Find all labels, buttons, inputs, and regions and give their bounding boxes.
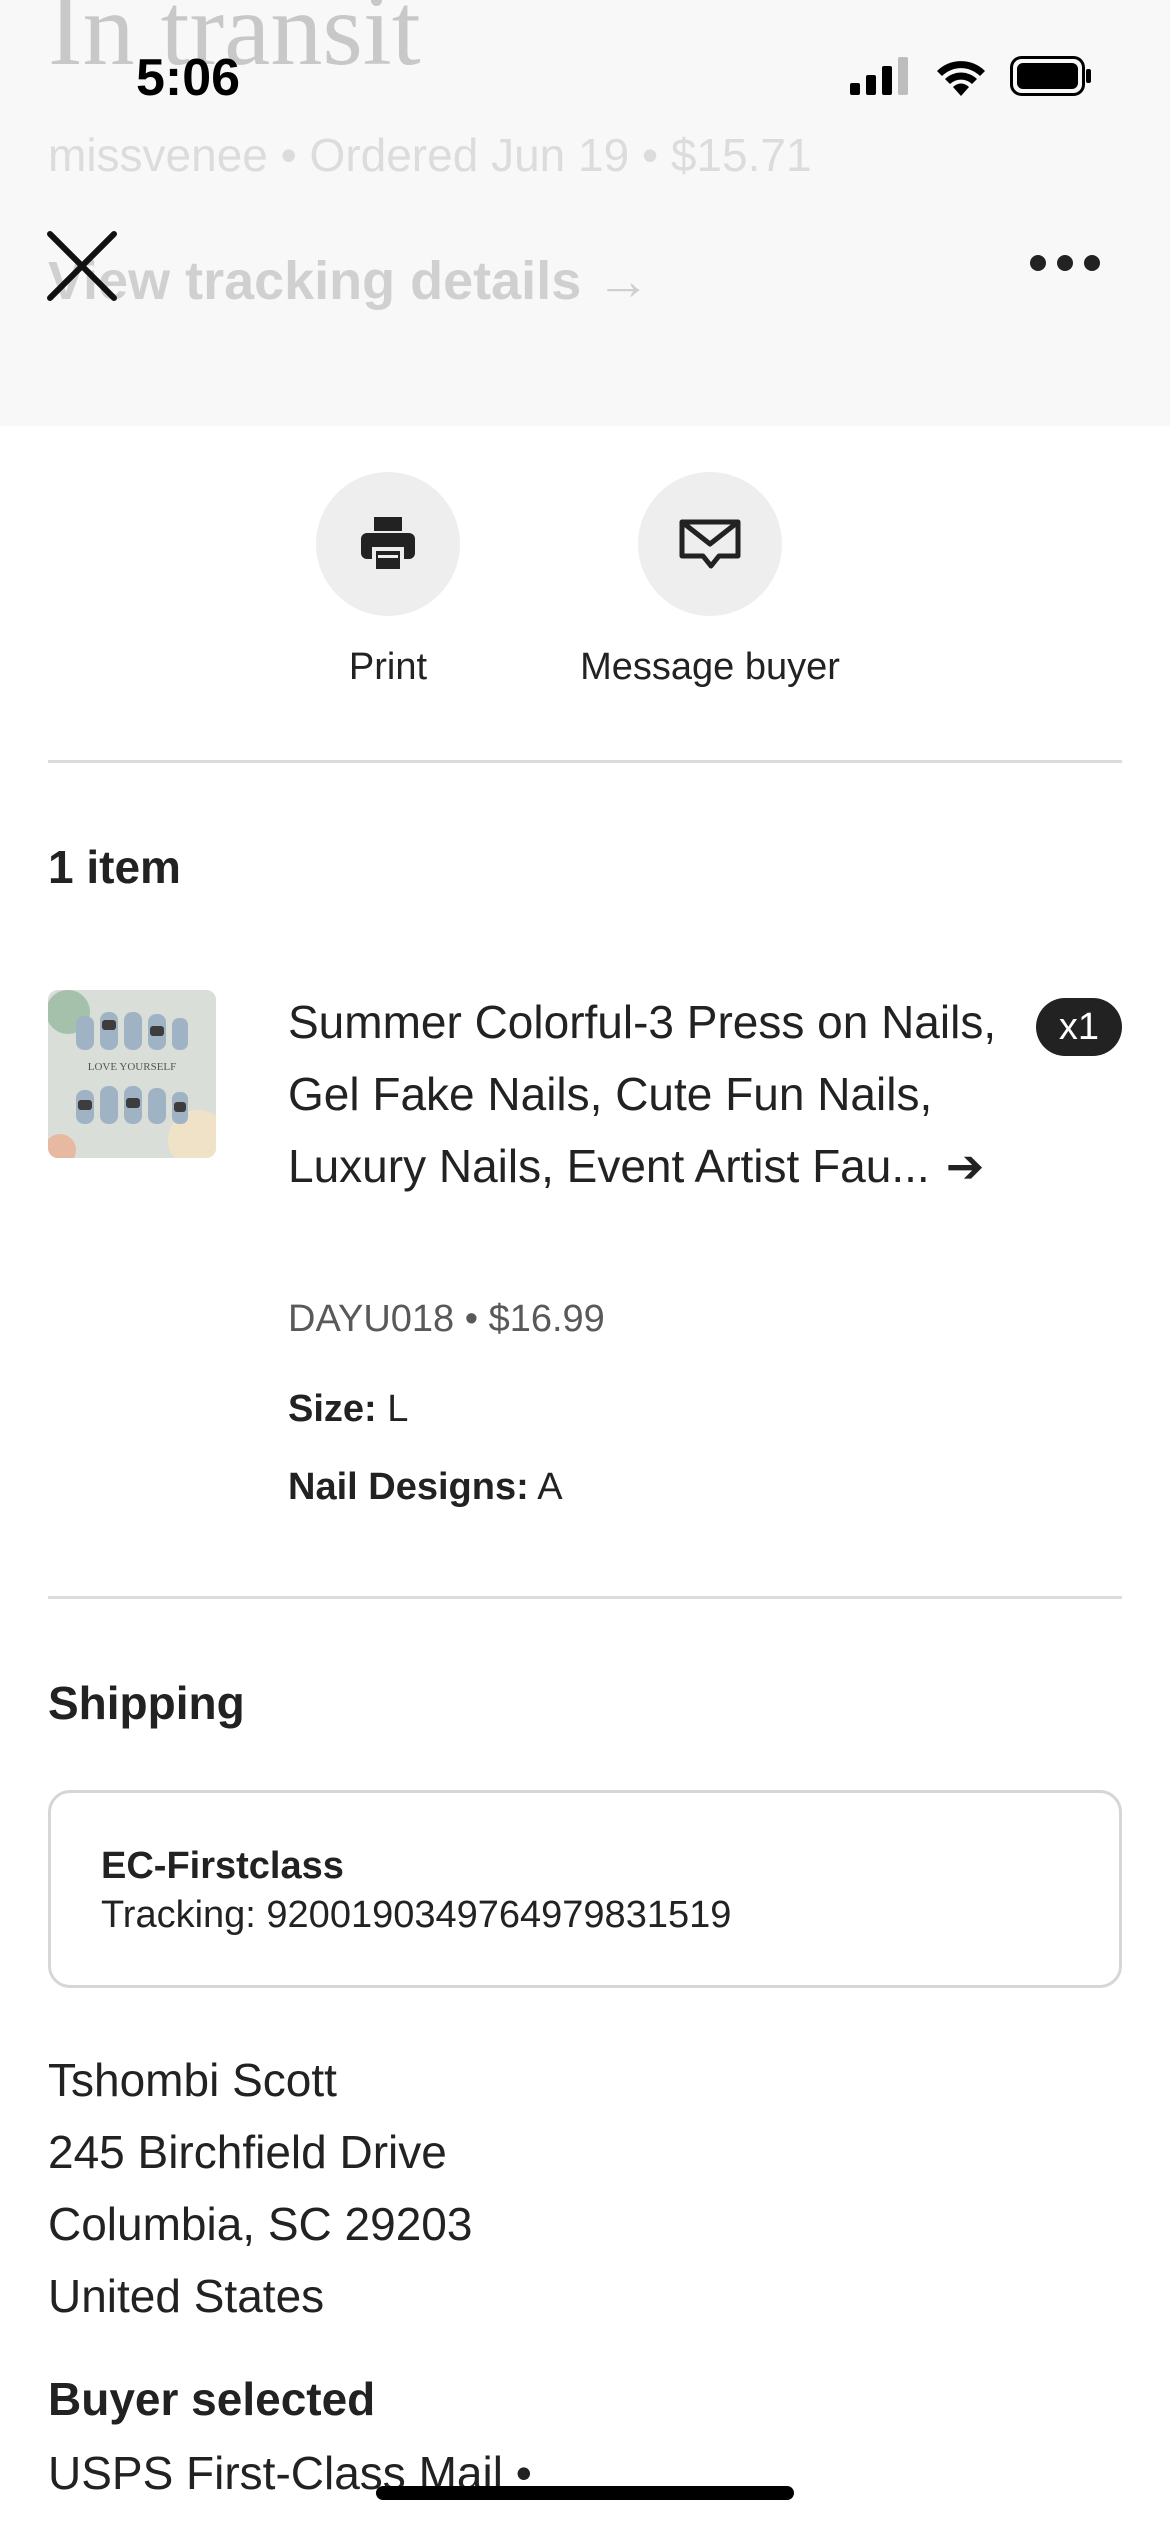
message-buyer-button[interactable]: Message buyer bbox=[550, 472, 870, 689]
more-icon-dot bbox=[1084, 255, 1100, 271]
items-heading: 1 item bbox=[48, 841, 181, 893]
shipping-carrier: EC-Firstclass bbox=[101, 1845, 344, 1887]
item-sku-price: DAYU018 • $16.99 bbox=[288, 1298, 605, 1340]
tracking-details-link[interactable]: View tracking details → bbox=[48, 250, 650, 312]
status-icons bbox=[850, 56, 1092, 96]
item-thumbnail[interactable]: LOVE YOURSELF bbox=[48, 990, 216, 1158]
item-title-link[interactable]: Summer Colorful-3 Press on Nails, Gel Fa… bbox=[288, 986, 1048, 1202]
cellular-signal-icon bbox=[850, 57, 908, 95]
buyer-selected-label: Buyer selected bbox=[48, 2373, 376, 2425]
print-button[interactable]: Print bbox=[288, 472, 488, 689]
wifi-icon bbox=[937, 61, 985, 96]
printer-icon bbox=[361, 517, 415, 573]
order-summary: missvenee • Ordered Jun 19 • $15.71 bbox=[48, 129, 812, 181]
envelope-icon bbox=[679, 519, 741, 569]
item-size: Size: L bbox=[288, 1388, 408, 1431]
item-nail-design: Nail Designs: A bbox=[288, 1466, 563, 1509]
design-value: A bbox=[537, 1466, 563, 1508]
shipping-tracking-card[interactable]: EC-Firstclass Tracking: 9200190349764979… bbox=[48, 1790, 1122, 1988]
print-button-circle bbox=[316, 472, 460, 616]
print-label: Print bbox=[348, 646, 428, 688]
size-value: L bbox=[387, 1388, 409, 1430]
home-indicator[interactable] bbox=[376, 2486, 794, 2500]
size-label: Size: bbox=[288, 1388, 377, 1430]
address-street: 245 Birchfield Drive bbox=[48, 2126, 447, 2178]
thumbnail-text: LOVE YOURSELF bbox=[88, 1061, 177, 1073]
more-icon bbox=[1030, 255, 1046, 271]
shipping-heading: Shipping bbox=[48, 1677, 245, 1729]
status-time: 5:06 bbox=[136, 49, 241, 107]
battery-icon bbox=[1010, 56, 1091, 96]
address-country: United States bbox=[48, 2270, 325, 2322]
design-label: Nail Designs: bbox=[288, 1466, 529, 1508]
divider bbox=[48, 760, 1122, 763]
arrow-right-icon: ➔ bbox=[945, 1140, 985, 1192]
address-name: Tshombi Scott bbox=[48, 2054, 337, 2106]
message-button-circle bbox=[638, 472, 782, 616]
close-icon bbox=[47, 231, 117, 301]
tracking-number: Tracking: 9200190349764979831519 bbox=[101, 1894, 732, 1936]
quantity-badge: x1 bbox=[1036, 998, 1122, 1056]
close-button[interactable] bbox=[44, 228, 120, 304]
more-icon-dot bbox=[1057, 255, 1073, 271]
divider bbox=[48, 1596, 1122, 1599]
shipping-address: Tshombi Scott 245 Birchfield Drive Colum… bbox=[48, 2044, 472, 2332]
address-city-state-zip: Columbia, SC 29203 bbox=[48, 2198, 473, 2250]
message-buyer-label: Message buyer bbox=[580, 646, 840, 688]
nails-product-image: LOVE YOURSELF bbox=[48, 990, 216, 1158]
more-options-button[interactable] bbox=[1030, 248, 1100, 278]
item-title: Summer Colorful-3 Press on Nails, Gel Fa… bbox=[288, 996, 997, 1192]
